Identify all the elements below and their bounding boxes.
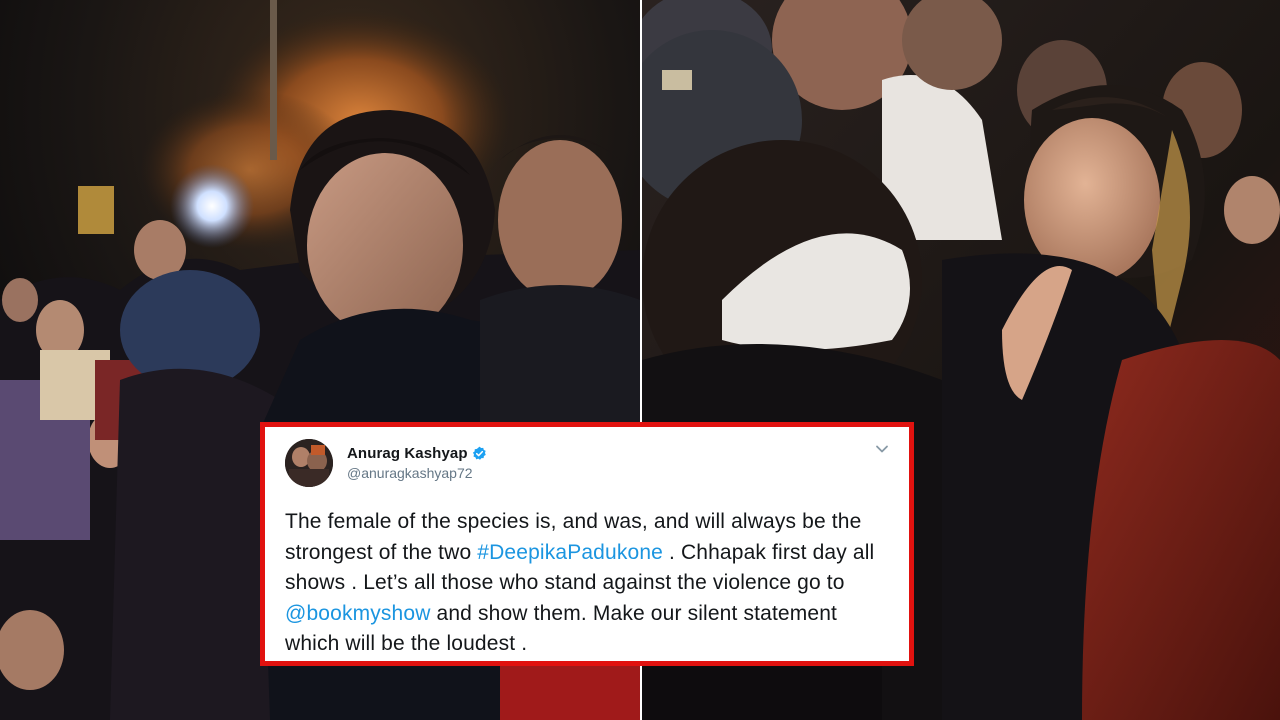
tweet-card: Anurag Kashyap @anuragkashyap72 The fema… xyxy=(260,422,914,666)
verified-badge-icon xyxy=(472,446,487,461)
author-block: Anurag Kashyap @anuragkashyap72 xyxy=(347,445,487,481)
tweet-text: The female of the species is, and was, a… xyxy=(285,507,887,660)
tweet-header: Anurag Kashyap @anuragkashyap72 xyxy=(285,437,887,489)
chevron-down-icon[interactable] xyxy=(875,441,889,453)
hashtag-link[interactable]: #DeepikaPadukone xyxy=(477,541,663,564)
author-handle[interactable]: @anuragkashyap72 xyxy=(347,465,487,481)
mention-link[interactable]: @bookmyshow xyxy=(285,602,431,625)
author-row: Anurag Kashyap xyxy=(347,445,487,462)
collage: Anurag Kashyap @anuragkashyap72 The fema… xyxy=(0,0,1280,720)
author-name[interactable]: Anurag Kashyap xyxy=(347,445,468,462)
author-avatar[interactable] xyxy=(285,439,333,487)
